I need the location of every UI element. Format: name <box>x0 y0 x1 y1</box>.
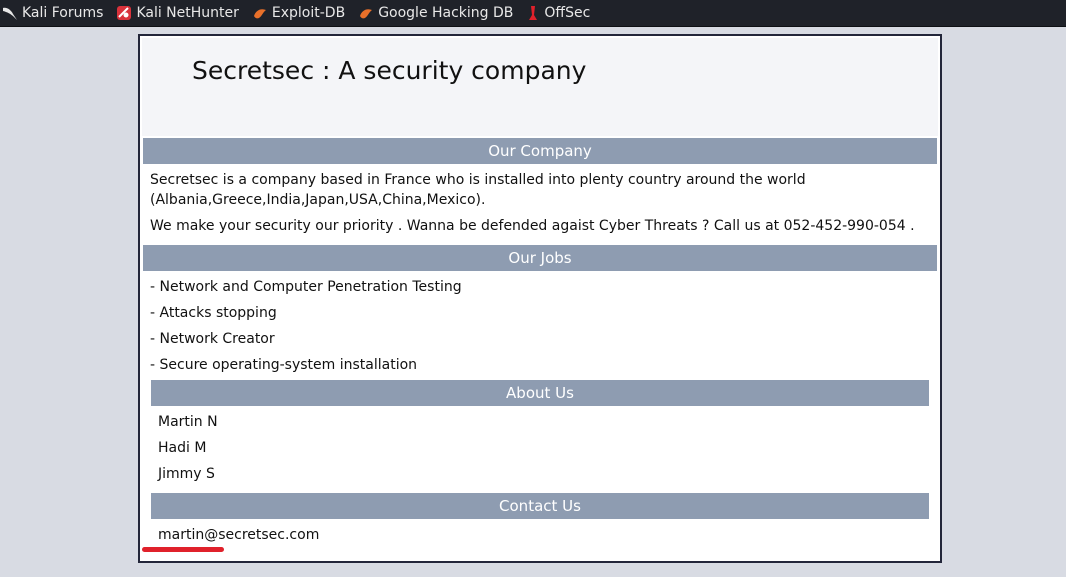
section-heading-contact: Contact Us <box>151 493 929 519</box>
job-item: - Secure operating-system installation <box>150 357 418 373</box>
bookmark-label: Kali NetHunter <box>136 5 239 21</box>
team-member: Martin N <box>158 414 218 430</box>
job-item: - Network and Computer Penetration Testi… <box>150 279 462 295</box>
bookmark-exploit-db[interactable]: Exploit-DB <box>252 5 345 21</box>
company-text-line3: We make your security our priority . Wan… <box>150 218 915 234</box>
company-text-line2: (Albania,Greece,India,Japan,USA,China,Me… <box>150 192 486 208</box>
bookmark-kali-nethunter[interactable]: Kali NetHunter <box>116 5 239 21</box>
section-heading-jobs: Our Jobs <box>143 245 937 271</box>
job-item: - Network Creator <box>150 331 275 347</box>
bookmark-label: Exploit-DB <box>271 5 346 21</box>
section-heading-company: Our Company <box>143 138 937 164</box>
bookmark-google-hacking-db[interactable]: Google Hacking DB <box>358 5 513 21</box>
exploit-db-icon <box>253 9 266 19</box>
contact-email: martin@secretsec.com <box>158 527 320 543</box>
bookmark-kali-forums[interactable]: Kali Forums <box>2 5 103 21</box>
website-page: Secretsec : A security company Our Compa… <box>138 34 942 563</box>
bookmark-offsec[interactable]: OffSec <box>526 5 590 21</box>
site-header: Secretsec : A security company <box>142 38 938 136</box>
team-member: Jimmy S <box>158 466 215 482</box>
section-heading-about: About Us <box>151 380 929 406</box>
bookmark-label: Google Hacking DB <box>378 5 514 21</box>
ghdb-icon <box>360 9 373 19</box>
site-title: Secretsec : A security company <box>192 56 587 85</box>
kali-dragon-icon <box>3 7 17 21</box>
bookmark-label: OffSec <box>544 5 591 21</box>
company-text-line1: Secretsec is a company based in France w… <box>150 172 806 188</box>
offsec-icon <box>529 6 538 20</box>
nethunter-icon <box>117 6 132 20</box>
job-item: - Attacks stopping <box>150 305 277 321</box>
team-member: Hadi M <box>158 440 207 456</box>
bookmarks-toolbar: Kali Forums Kali NetHunter Exploit-DB Go… <box>0 0 1066 27</box>
bookmark-label: Kali Forums <box>22 5 104 21</box>
red-annotation-underline <box>142 547 224 552</box>
